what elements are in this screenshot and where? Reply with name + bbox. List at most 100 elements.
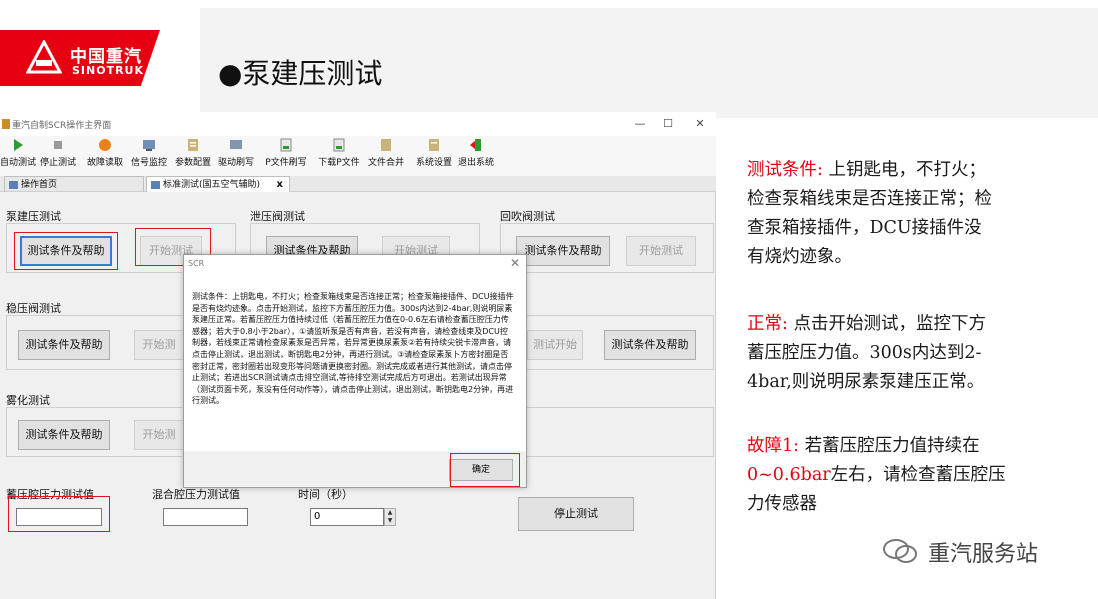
condition-text-2: 检查泵箱线束是否连接正常；检	[747, 189, 992, 209]
atomize-start-button[interactable]: 开始测	[134, 420, 184, 450]
signal-monitor-label: 信号监控	[130, 158, 167, 168]
tab-home-icon	[9, 181, 18, 189]
normal-note: 正常: 点击开始测试，监控下方 蓄压腔压力值。300s内达到2- 4bar,则说…	[747, 310, 986, 397]
tab-standard-test-label: 标准测试(国五空气辅助)	[163, 180, 261, 190]
tab-standard-test[interactable]: 标准测试(国五空气辅助) x	[146, 176, 290, 192]
system-settings-button[interactable]: 系统设置	[412, 138, 456, 174]
settings-icon	[429, 139, 439, 151]
download-p-file-label: 下载P文件	[318, 158, 360, 168]
tab-close-icon[interactable]: x	[277, 177, 283, 193]
fault-note: 故障1: 若蓄压腔压力值持续在 0~0.6bar左右，请检查蓄压腔压 力传感器	[747, 432, 1006, 519]
mix-pressure-label: 混合腔压力测试值	[152, 488, 240, 501]
atomize-group-label: 雾化测试	[6, 394, 50, 407]
stable-start-button-2[interactable]: 测试开始	[527, 330, 583, 360]
file-merge-label: 文件合并	[367, 158, 404, 168]
driver-flash-label: 驱动刷写	[217, 158, 254, 168]
time-spinner[interactable]: ▲ ▼	[384, 508, 396, 526]
tab-standard-test-icon	[151, 181, 160, 189]
accum-pressure-highlight	[8, 496, 110, 532]
atomize-help-button[interactable]: 测试条件及帮助	[18, 420, 110, 450]
spin-up-icon[interactable]: ▲	[385, 509, 395, 517]
stop-icon	[54, 141, 62, 149]
maximize-button[interactable]: ☐	[658, 116, 678, 132]
spin-down-icon[interactable]: ▼	[385, 517, 395, 525]
blowback-group-label: 回吹阀测试	[500, 210, 555, 223]
p-file-flash-button[interactable]: P文件刷写	[262, 138, 310, 174]
normal-label: 正常:	[747, 314, 788, 334]
fault-icon	[99, 139, 111, 151]
fault-line-2: 0~0.6bar左右，请检查蓄压腔压	[747, 461, 1006, 490]
auto-test-button[interactable]: 自动测试	[0, 138, 38, 174]
fault-label: 故障1:	[747, 436, 800, 456]
stop-test-toolbar-button[interactable]: 停止测试	[38, 138, 78, 174]
monitor-icon	[143, 140, 155, 151]
window-titlebar: 重汽自制SCR操作主界面 — ☐ ✕	[0, 112, 716, 136]
fault-line-1: 故障1: 若蓄压腔压力值持续在	[747, 432, 1006, 461]
condition-text-4: 有烧灼迹象。	[747, 247, 852, 267]
exit-icon	[470, 139, 481, 151]
driver-flash-button[interactable]: 驱动刷写	[214, 138, 258, 174]
stable-start-button[interactable]: 开始测	[134, 330, 184, 360]
wechat-icon	[883, 539, 917, 563]
config-icon	[188, 139, 198, 151]
sinotruk-logo-icon	[26, 40, 62, 74]
tab-home[interactable]: 操作首页	[4, 176, 144, 192]
pump-group-label: 泵建压测试	[6, 210, 61, 223]
pump-help-highlight	[14, 232, 118, 270]
file-icon	[280, 138, 292, 152]
download-file-icon	[333, 138, 345, 152]
condition-note: 测试条件: 上钥匙电，不打火； 检查泵箱线束是否连接正常；检 查泵箱接插件，DC…	[747, 156, 992, 272]
close-window-button[interactable]: ✕	[690, 116, 710, 132]
file-merge-button[interactable]: 文件合并	[364, 138, 408, 174]
stable-help-button-2[interactable]: 测试条件及帮助	[604, 330, 696, 360]
scr-dialog: SCR ✕ 测试条件：上钥匙电，不打火；检查泵箱线束是否连接正常；检查泵箱接插件…	[183, 254, 527, 488]
slide: 中国重汽 SINOTRUK ●泵建压测试 重汽自制SCR操作主界面 — ☐ ✕ …	[0, 0, 1098, 599]
app-icon	[2, 119, 10, 129]
play-icon	[14, 139, 23, 151]
tab-strip: 操作首页 标准测试(国五空气辅助) x	[0, 176, 716, 192]
auto-test-label: 自动测试	[0, 158, 36, 168]
minimize-button[interactable]: —	[630, 116, 650, 132]
blowback-help-button[interactable]: 测试条件及帮助	[516, 236, 610, 266]
fault-text-2: 左右，请检查蓄压腔压	[830, 465, 1006, 485]
signal-monitor-button[interactable]: 信号监控	[128, 138, 170, 174]
blowback-start-button[interactable]: 开始测试	[626, 236, 696, 266]
normal-text-1: 点击开始测试，监控下方	[793, 314, 986, 334]
time-label: 时间（秒）	[298, 488, 353, 501]
logo-en-text: SINOTRUK	[72, 64, 145, 77]
window-title: 重汽自制SCR操作主界面	[12, 121, 112, 131]
stop-test-toolbar-label: 停止测试	[39, 158, 76, 168]
merge-icon	[381, 139, 391, 151]
fault-text-1: 若蓄压腔压力值持续在	[804, 436, 980, 456]
system-settings-label: 系统设置	[415, 158, 452, 168]
normal-line-1: 正常: 点击开始测试，监控下方	[747, 310, 986, 339]
p-file-flash-label: P文件刷写	[265, 158, 307, 168]
stop-test-button[interactable]: 停止测试	[518, 497, 634, 531]
tab-home-label: 操作首页	[21, 180, 58, 190]
watermark-text: 重汽服务站	[928, 542, 1039, 567]
exit-system-button[interactable]: 退出系统	[456, 138, 496, 174]
exit-system-label: 退出系统	[457, 158, 494, 168]
relief-group-label: 泄压阀测试	[250, 210, 305, 223]
time-field[interactable]: 0	[310, 508, 384, 526]
fault-range: 0~0.6bar	[747, 465, 831, 485]
stable-help-button[interactable]: 测试条件及帮助	[18, 330, 110, 360]
fault-read-button[interactable]: 故障读取	[84, 138, 126, 174]
condition-label: 测试条件:	[747, 160, 823, 180]
fault-read-label: 故障读取	[86, 158, 123, 168]
stable-group-label: 稳压阀测试	[6, 302, 61, 315]
dialog-close-icon[interactable]: ✕	[510, 256, 520, 270]
driver-icon	[230, 140, 242, 149]
dialog-ok-highlight	[450, 453, 520, 487]
condition-text-1: 上钥匙电，不打火；	[828, 160, 986, 180]
fault-text-3: 力传感器	[747, 494, 817, 514]
normal-text-2: 蓄压腔压力值。300s内达到2-	[747, 343, 982, 363]
normal-text-3: 4bar,则说明尿素泵建压正常。	[747, 372, 985, 392]
download-p-file-button[interactable]: 下载P文件	[316, 138, 362, 174]
slide-title: ●泵建压测试	[218, 57, 383, 90]
param-config-button[interactable]: 参数配置	[172, 138, 214, 174]
dialog-title: SCR	[188, 259, 205, 268]
mix-pressure-field[interactable]	[163, 508, 248, 526]
dialog-message: 测试条件：上钥匙电，不打火；检查泵箱线束是否连接正常；检查泵箱接插件、DCU接插…	[192, 292, 514, 406]
toolbar: 自动测试 停止测试 故障读取 信号监控 参数配置 驱动刷写 P文件刷写 下载P文…	[0, 136, 716, 176]
